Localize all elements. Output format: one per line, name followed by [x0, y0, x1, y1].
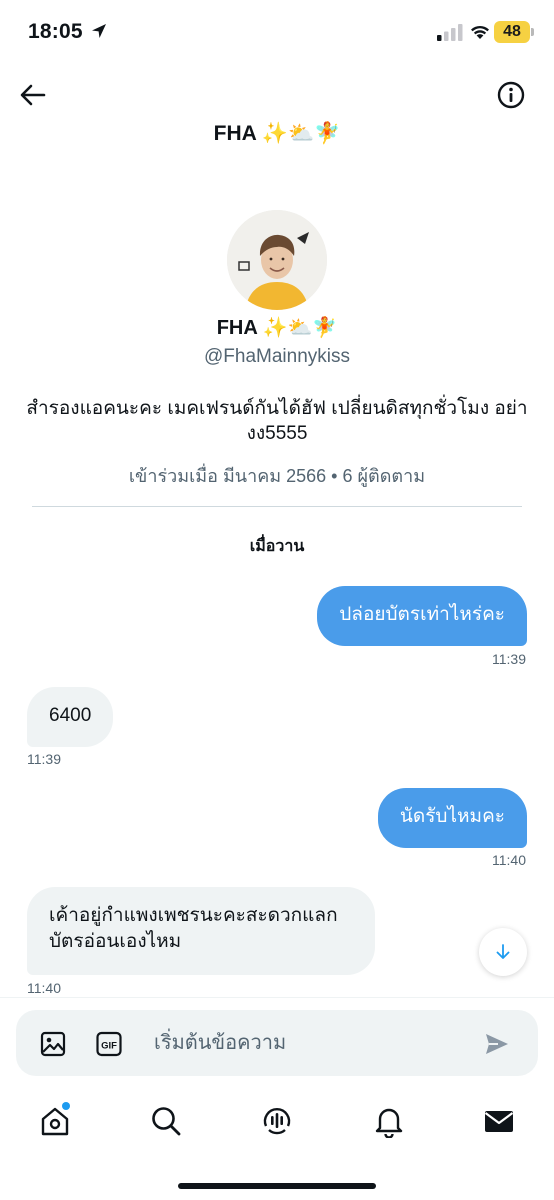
home-indicator — [178, 1183, 376, 1189]
avatar-photo — [227, 210, 327, 310]
message-bubble-outgoing[interactable]: ปล่อยบัตรเท่าไหร่คะ — [317, 586, 527, 646]
message-bubble-incoming[interactable]: เค้าอยู่กำแพงเพชรนะคะสะดวกแลกบัตรอ่อนเอง… — [27, 887, 375, 975]
scroll-to-bottom-button[interactable] — [479, 928, 527, 976]
date-separator: เมื่อวาน — [249, 538, 305, 555]
battery-indicator: 48 — [494, 21, 534, 43]
message-time: 11:39 — [27, 751, 61, 767]
message-time: 11:40 — [492, 852, 526, 868]
status-bar: 18:05 48 — [0, 0, 554, 66]
divider — [32, 506, 522, 507]
message-time: 11:39 — [492, 651, 526, 667]
cellular-signal-icon — [437, 24, 463, 41]
send-icon[interactable] — [484, 1032, 510, 1056]
message-input[interactable] — [154, 1024, 474, 1062]
conversation-title: FHA ✨⛅🧚 — [213, 122, 341, 145]
profile-bio: สำรองแอคนะคะ เมคเฟรนด์กันได้ฮัฟ เปลี่ยนด… — [26, 398, 528, 444]
wifi-icon — [471, 25, 489, 39]
messages-icon[interactable] — [482, 1104, 516, 1138]
search-icon[interactable] — [149, 1104, 183, 1138]
message-composer: GIF — [16, 1010, 538, 1076]
location-arrow-icon — [92, 24, 106, 38]
arrow-down-icon — [496, 944, 510, 959]
message-bubble-outgoing[interactable]: นัดรับไหมคะ — [377, 788, 527, 848]
message-time: 11:40 — [27, 980, 61, 996]
image-icon[interactable] — [40, 1031, 66, 1057]
avatar[interactable] — [227, 210, 327, 310]
profile-meta: เข้าร่วมเมื่อ มีนาคม 2566 • 6 ผู้ติดตาม — [128, 466, 426, 486]
back-arrow-icon[interactable] — [18, 80, 48, 110]
svg-text:GIF: GIF — [101, 1041, 117, 1052]
profile-name: FHA ✨⛅🧚 — [216, 317, 338, 339]
bottom-navigation — [0, 1090, 554, 1156]
status-time: 18:05 — [28, 20, 83, 43]
gif-icon[interactable]: GIF — [96, 1031, 122, 1057]
profile-handle: @FhaMainnykiss — [204, 346, 350, 367]
message-bubble-incoming[interactable]: 6400 — [27, 687, 114, 747]
spaces-icon[interactable] — [260, 1104, 294, 1138]
notifications-icon[interactable] — [372, 1104, 406, 1138]
info-circle-icon[interactable] — [496, 80, 526, 110]
home-notification-dot — [62, 1102, 70, 1110]
composer-divider — [0, 997, 554, 998]
